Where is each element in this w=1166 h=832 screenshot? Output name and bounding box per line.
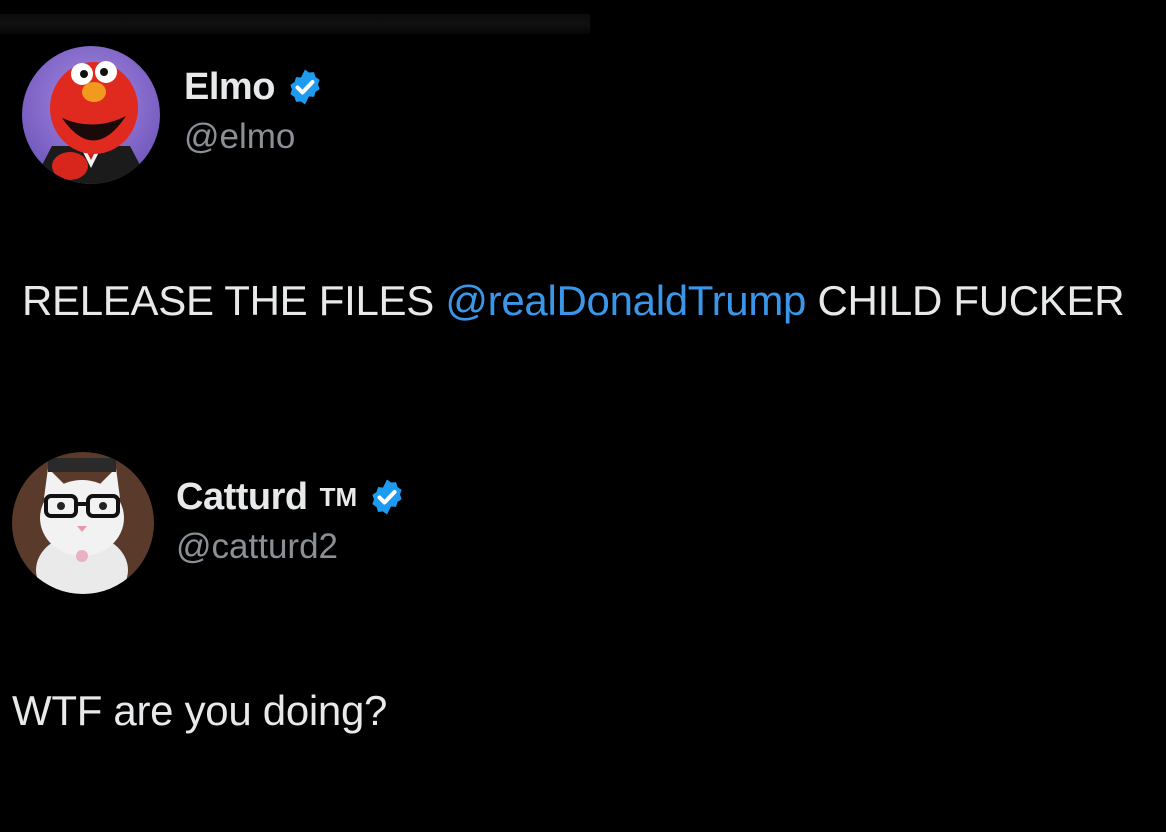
handle[interactable]: @catturd2	[176, 527, 407, 567]
elmo-avatar-icon[interactable]	[22, 46, 160, 184]
cat-avatar-icon[interactable]	[12, 452, 154, 594]
tweet-2-text: WTF are you doing?	[12, 687, 388, 734]
verified-badge-icon	[285, 67, 325, 107]
name-row: Elmo	[184, 66, 325, 109]
tweet-2-author: Catturd TM @catturd2	[176, 476, 407, 567]
verified-badge-icon	[367, 477, 407, 517]
tweet-1-text-before: RELEASE THE FILES	[22, 277, 446, 324]
name-row: Catturd TM	[176, 476, 407, 519]
tweet-2-header: Catturd TM @catturd2	[12, 452, 407, 594]
display-name[interactable]: Elmo	[184, 66, 275, 109]
mention-link[interactable]: @realDonaldTrump	[445, 277, 806, 324]
trademark-symbol: TM	[319, 481, 358, 512]
top-divider-strip	[0, 14, 590, 34]
tweet-1-text-after: CHILD FUCKER	[806, 277, 1125, 324]
display-name[interactable]: Catturd	[176, 476, 308, 519]
tweet-1-header: Elmo @elmo	[22, 46, 325, 184]
tweet-1-author: Elmo @elmo	[184, 66, 325, 157]
tweet-1-text: RELEASE THE FILES @realDonaldTrump CHILD…	[22, 268, 1142, 334]
handle[interactable]: @elmo	[184, 117, 325, 157]
